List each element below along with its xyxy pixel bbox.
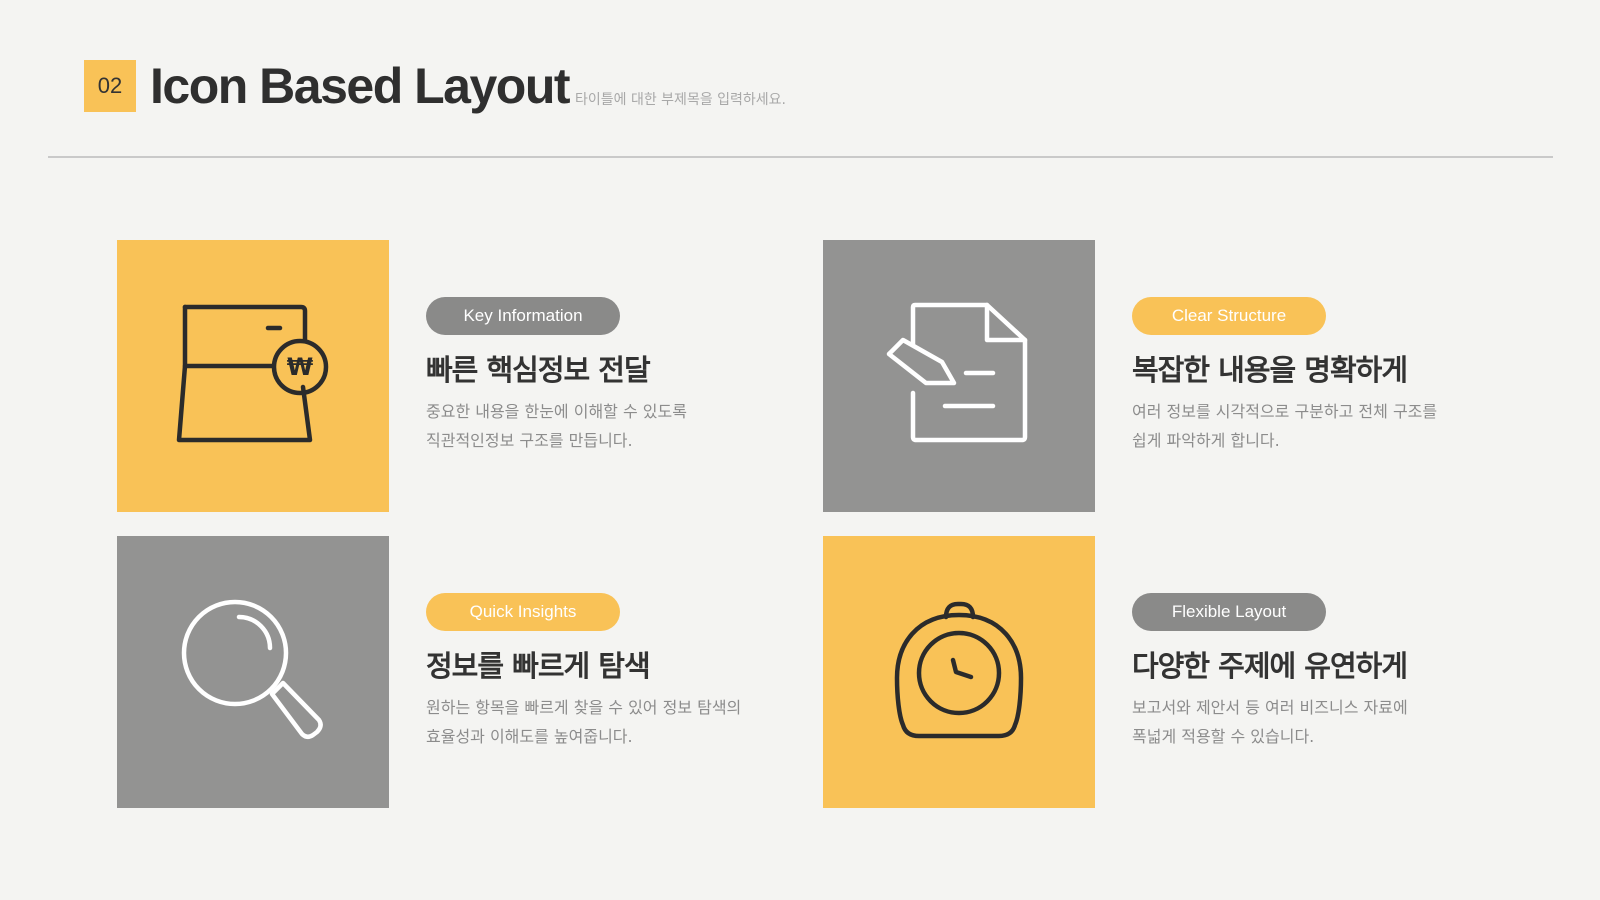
card-2-badge: Clear Structure (1132, 297, 1326, 335)
card-4-desc-line-2: 폭넓게 적용할 수 있습니다. (1132, 727, 1315, 746)
alarm-clock-icon (894, 601, 1024, 739)
card-3-description: 원하는 항목을 빠르게 찾을 수 있어 정보 탐색의 효율성과 이해도를 높여줍… (426, 693, 741, 751)
svg-text:₩: ₩ (287, 353, 314, 381)
card-4-icon-tile (823, 536, 1095, 808)
wallet-won-icon: ₩ (176, 304, 329, 443)
section-number-badge: 02 (84, 60, 136, 112)
card-1-desc-line-2: 직관적인정보 구조를 만듭니다. (426, 431, 633, 450)
card-2-title: 복잡한 내용을 명확하게 (1132, 353, 1408, 387)
card-1-desc-line-1: 중요한 내용을 한눈에 이해할 수 있도록 (426, 402, 687, 421)
card-4-desc-line-1: 보고서와 제안서 등 여러 비즈니스 자료에 (1132, 698, 1408, 717)
card-2-description: 여러 정보를 시각적으로 구분하고 전체 구조를 쉽게 파악하게 합니다. (1132, 397, 1437, 455)
page-subtitle: 타이틀에 대한 부제목을 입력하세요. (575, 92, 786, 108)
card-4-badge: Flexible Layout (1132, 593, 1326, 631)
card-2-desc-line-2: 쉽게 파악하게 합니다. (1132, 431, 1280, 450)
card-2-icon-tile (823, 240, 1095, 512)
card-4-title: 다양한 주제에 유연하게 (1132, 649, 1408, 683)
document-edit-icon (886, 302, 1028, 443)
page-title: Icon Based Layout (150, 58, 571, 114)
card-1-badge: Key Information (426, 297, 620, 335)
card-3-desc-line-2: 효율성과 이해도를 높여줍니다. (426, 727, 633, 746)
header-divider (48, 156, 1553, 158)
card-1-title: 빠른 핵심정보 전달 (426, 353, 651, 387)
card-1-icon-tile: ₩ (117, 240, 389, 512)
card-4-description: 보고서와 제안서 등 여러 비즈니스 자료에 폭넓게 적용할 수 있습니다. (1132, 693, 1408, 751)
card-3-badge: Quick Insights (426, 593, 620, 631)
card-3-icon-tile (117, 536, 389, 808)
card-1-description: 중요한 내용을 한눈에 이해할 수 있도록 직관적인정보 구조를 만듭니다. (426, 397, 687, 455)
card-3-title: 정보를 빠르게 탐색 (426, 649, 651, 683)
magnifier-icon (181, 599, 323, 739)
card-2-desc-line-1: 여러 정보를 시각적으로 구분하고 전체 구조를 (1132, 402, 1438, 421)
card-3-desc-line-1: 원하는 항목을 빠르게 찾을 수 있어 정보 탐색의 (426, 698, 742, 717)
